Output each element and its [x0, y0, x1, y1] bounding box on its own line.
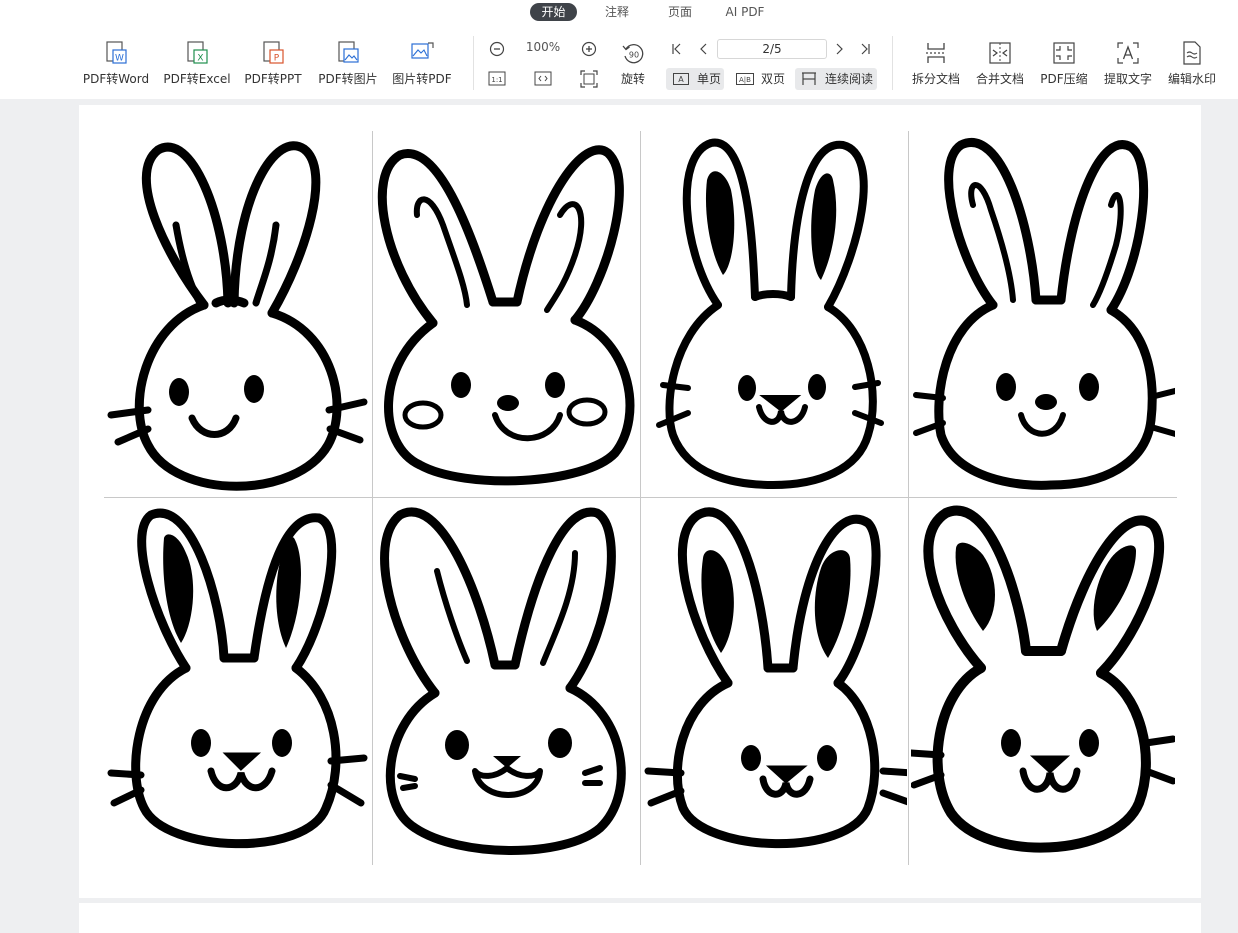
toolbar: 开始 注释 页面 AI PDF W PDF转Word X PDF转Excel P…	[0, 0, 1238, 99]
split-document-button[interactable]: 拆分文档	[906, 40, 966, 87]
grid-line	[372, 131, 373, 865]
pdf-to-word-button[interactable]: W PDF转Word	[76, 40, 156, 87]
bunny-illustration	[911, 505, 1175, 853]
double-page-label: 双页	[761, 72, 786, 86]
bunny-illustration	[107, 141, 368, 491]
rotate-label: 旋转	[620, 72, 645, 86]
svg-text:A|B: A|B	[739, 76, 751, 84]
rotate-button[interactable]: 90 旋转	[616, 40, 650, 87]
bunny-illustration	[377, 145, 635, 486]
double-page-icon: A|B	[736, 73, 754, 85]
pdf-to-ppt-button[interactable]: P PDF转PPT	[240, 40, 306, 87]
single-page-label: 单页	[697, 72, 722, 86]
toolbar-divider	[473, 36, 474, 90]
extract-text-label: 提取文字	[1103, 72, 1152, 86]
merge-document-label: 合并文档	[975, 72, 1024, 86]
pdf-to-excel-label: PDF转Excel	[163, 72, 231, 86]
svg-text:90: 90	[629, 51, 639, 60]
svg-text:X: X	[197, 54, 203, 64]
next-page-icon[interactable]	[831, 41, 847, 57]
split-document-icon	[926, 43, 946, 63]
page-number-input[interactable]: 2/5	[717, 39, 827, 59]
image-to-pdf-icon	[411, 42, 434, 59]
pdf-page	[79, 105, 1201, 898]
svg-text:P: P	[274, 54, 280, 64]
bunny-illustration	[913, 138, 1175, 490]
image-to-pdf-label: 图片转PDF	[392, 72, 452, 86]
fit-width-icon[interactable]	[534, 71, 552, 87]
rotate-icon: 90	[622, 44, 644, 64]
single-page-icon: A	[673, 73, 689, 85]
pdf-to-word-label: PDF转Word	[82, 72, 150, 86]
svg-text:A: A	[678, 75, 684, 84]
zoom-out-icon[interactable]	[489, 41, 505, 57]
watermark-icon	[1183, 41, 1201, 65]
extract-text-button[interactable]: 提取文字	[1098, 40, 1158, 87]
fit-page-icon[interactable]	[580, 70, 598, 88]
first-page-icon[interactable]	[669, 41, 685, 57]
bunny-illustration	[656, 138, 884, 489]
bunny-illustration	[644, 507, 907, 849]
split-document-label: 拆分文档	[911, 72, 960, 86]
single-page-button[interactable]: A 单页	[666, 68, 724, 90]
pdf-to-image-button[interactable]: PDF转图片	[314, 40, 382, 87]
grid-line	[640, 131, 641, 865]
extract-text-icon	[1117, 42, 1139, 64]
compress-icon	[1053, 42, 1075, 64]
tab-annotate[interactable]: 注释	[598, 3, 636, 21]
continuous-read-button[interactable]: 连续阅读	[795, 68, 877, 90]
pdf-to-excel-button[interactable]: X PDF转Excel	[160, 40, 234, 87]
continuous-read-icon	[802, 72, 816, 85]
tab-page[interactable]: 页面	[661, 3, 699, 21]
prev-page-icon[interactable]	[696, 41, 712, 57]
tab-ai-pdf[interactable]: AI PDF	[720, 3, 770, 21]
double-page-button[interactable]: A|B 双页	[732, 68, 788, 90]
edit-watermark-label: 编辑水印	[1167, 72, 1216, 86]
actual-size-icon[interactable]: 1:1	[488, 71, 506, 87]
image-to-pdf-button[interactable]: 图片转PDF	[388, 40, 456, 87]
continuous-read-label: 连续阅读	[825, 72, 874, 86]
pdf-to-word-icon: W	[106, 41, 127, 64]
toolbar-divider	[892, 36, 893, 90]
svg-text:W: W	[115, 54, 124, 64]
merge-document-button[interactable]: 合并文档	[970, 40, 1030, 87]
zoom-in-icon[interactable]	[581, 41, 597, 57]
bunny-illustration	[107, 508, 368, 849]
pdf-compress-label: PDF压缩	[1040, 72, 1088, 86]
pdf-to-image-label: PDF转图片	[318, 72, 378, 86]
svg-text:1:1: 1:1	[491, 76, 502, 84]
bunny-illustration	[380, 507, 626, 855]
tab-bar: 开始 注释 页面 AI PDF	[0, 3, 1238, 21]
pdf-compress-button[interactable]: PDF压缩	[1036, 40, 1092, 87]
pdf-to-ppt-label: PDF转PPT	[244, 72, 302, 86]
edit-watermark-button[interactable]: 编辑水印	[1162, 40, 1222, 87]
grid-line	[908, 131, 909, 865]
pdf-to-ppt-icon: P	[263, 41, 284, 64]
zoom-level[interactable]: 100%	[521, 40, 565, 54]
pdf-to-excel-icon: X	[187, 41, 208, 64]
next-pdf-page	[79, 903, 1201, 933]
tab-home[interactable]: 开始	[530, 3, 577, 21]
last-page-icon[interactable]	[857, 41, 873, 57]
pdf-to-image-icon	[338, 41, 359, 63]
merge-document-icon	[989, 42, 1011, 64]
